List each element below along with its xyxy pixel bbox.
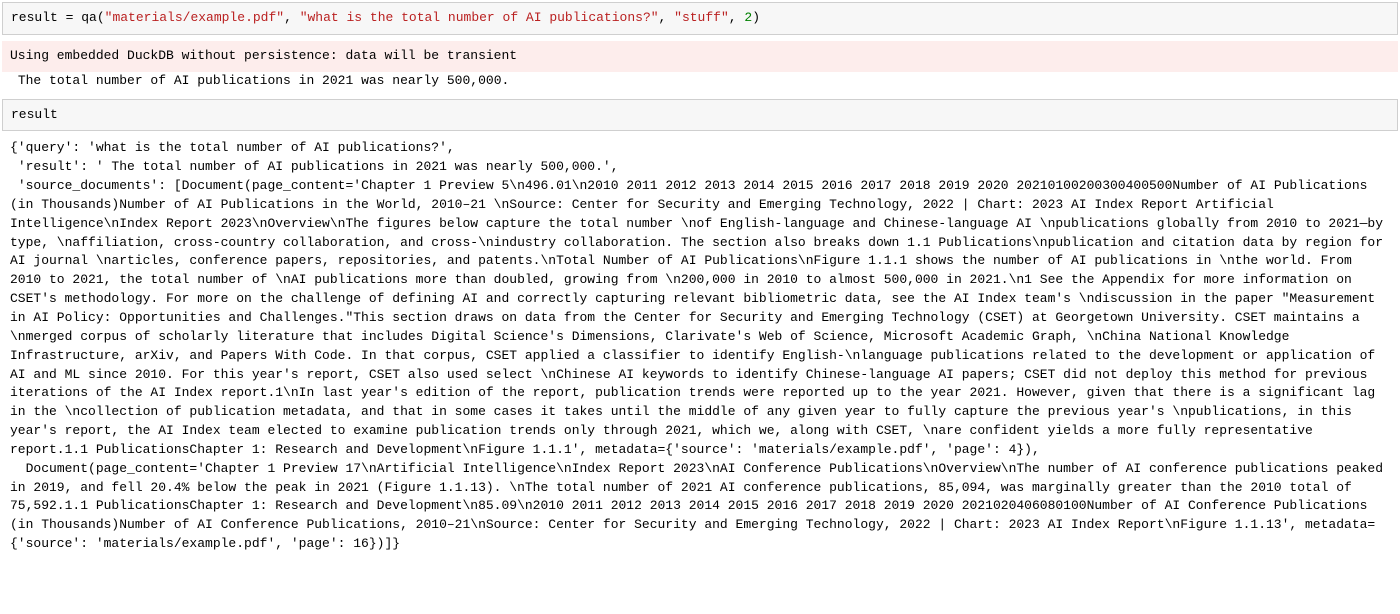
code-token: =: [58, 10, 81, 25]
code-cell-2[interactable]: result: [2, 99, 1398, 132]
code-string: "stuff": [674, 10, 729, 25]
output-warning: Using embedded DuckDB without persistenc…: [2, 41, 1398, 72]
output-stdout: The total number of AI publications in 2…: [2, 72, 1398, 99]
output-result: {'query': 'what is the total number of A…: [2, 137, 1398, 560]
code-token: result: [11, 10, 58, 25]
code-cell-1[interactable]: result = qa("materials/example.pdf", "wh…: [2, 2, 1398, 35]
code-token: ,: [729, 10, 745, 25]
code-token: qa: [81, 10, 97, 25]
code-token: (: [97, 10, 105, 25]
code-token: ): [752, 10, 760, 25]
code-token: ,: [659, 10, 675, 25]
code-token: result: [11, 107, 58, 122]
code-token: ,: [284, 10, 300, 25]
code-string: "materials/example.pdf": [105, 10, 284, 25]
code-string: "what is the total number of AI publicat…: [300, 10, 659, 25]
